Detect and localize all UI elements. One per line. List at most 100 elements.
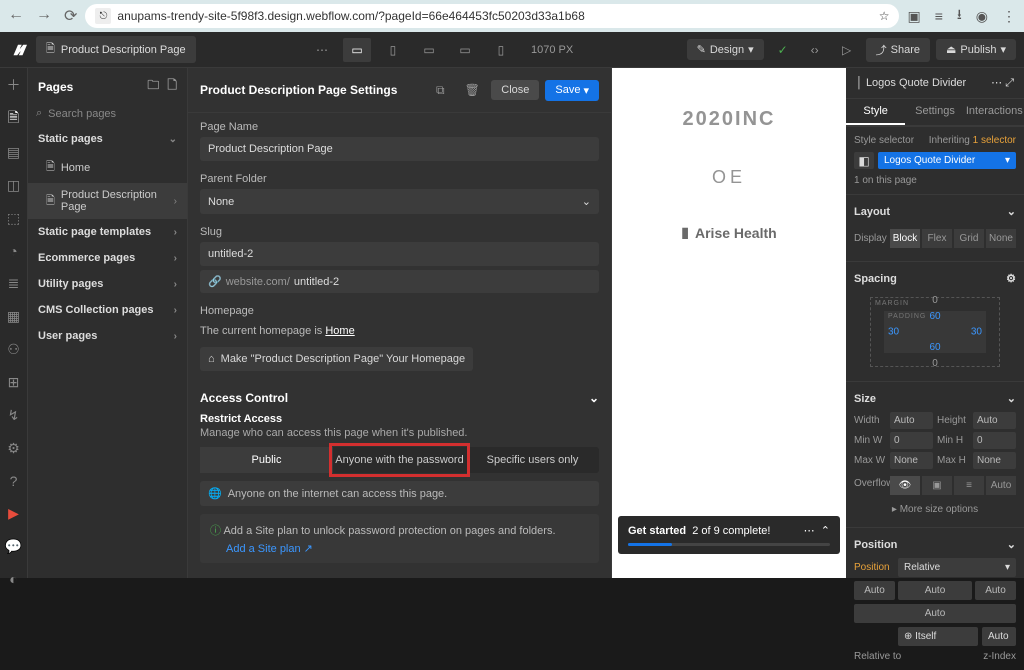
add-icon[interactable]: ＋ — [5, 76, 23, 94]
assets-icon[interactable]: ▦ — [5, 308, 23, 325]
inheriting-count[interactable]: 1 selector — [973, 135, 1016, 146]
cms-section[interactable]: CMS Collection pages› — [28, 297, 187, 323]
width-input[interactable]: Auto — [890, 412, 933, 429]
page-item-pdp[interactable]: 🗎Product Description Page› — [28, 183, 187, 219]
relative-to-select[interactable]: ⊕ Itself — [898, 627, 978, 646]
overflow-visible[interactable]: 👁 — [890, 476, 920, 495]
add-site-plan-link[interactable]: Add a Site plan ↗ — [226, 542, 589, 555]
user-section[interactable]: User pages› — [28, 323, 187, 349]
ext2-icon[interactable]: ≡ — [935, 8, 943, 24]
desktop-icon[interactable]: ▭ — [343, 38, 371, 62]
rel-auto[interactable]: Auto — [982, 627, 1016, 646]
new-page-icon[interactable]: 🗋 — [167, 76, 177, 97]
margin-top[interactable]: 0 — [932, 295, 938, 306]
overflow-auto[interactable]: Auto — [986, 476, 1016, 495]
forward-icon[interactable]: → — [36, 6, 52, 26]
minw-input[interactable]: 0 — [890, 432, 933, 449]
menu-icon[interactable]: ⋮ — [1002, 8, 1016, 25]
ecommerce-section[interactable]: Ecommerce pages› — [28, 245, 187, 271]
margin-bottom[interactable]: 0 — [932, 358, 938, 369]
overflow-scroll[interactable]: ≡ — [954, 476, 984, 495]
code-icon[interactable]: ‹› — [802, 38, 828, 62]
mobile-landscape-icon[interactable]: ▭ — [451, 38, 479, 62]
tablet-icon[interactable]: ▯ — [379, 38, 407, 62]
design-mode-button[interactable]: ✎Design▾ — [687, 39, 764, 60]
more-icon[interactable]: ⋯ — [991, 77, 1002, 89]
navigator-icon[interactable]: ▤ — [5, 144, 23, 161]
homepage-link[interactable]: Home — [325, 325, 354, 337]
pages-icon[interactable]: 🗎 — [5, 110, 23, 128]
display-block[interactable]: Block — [890, 229, 920, 248]
help-icon[interactable]: ? — [5, 473, 23, 489]
cms-icon[interactable]: ≣ — [5, 275, 23, 292]
tablet-landscape-icon[interactable]: ▭ — [415, 38, 443, 62]
chevron-up-icon[interactable]: ⌃ — [821, 525, 830, 537]
more-size-options[interactable]: ▸ More size options — [854, 498, 1016, 521]
overflow-hidden[interactable]: ▣ — [922, 476, 952, 495]
page-name-input[interactable]: Product Description Page — [200, 137, 599, 161]
styles-icon[interactable]: ◔ — [5, 243, 23, 259]
copy-icon[interactable]: ⧉ — [427, 78, 453, 102]
make-homepage-button[interactable]: ⌂Make "Product Description Page" Your Ho… — [200, 347, 473, 371]
more-icon[interactable]: ⋯ — [804, 525, 815, 537]
static-pages-section[interactable]: Static pages⌄ — [28, 126, 187, 152]
padding-top[interactable]: 60 — [929, 311, 940, 322]
spacing-editor[interactable]: MARGIN PADDING 0 0 60 60 30 30 — [870, 297, 1000, 367]
padding-left[interactable]: 30 — [888, 327, 899, 338]
selector-chip[interactable]: Logos Quote Divider▾ — [878, 152, 1016, 169]
chevron-down-icon[interactable]: ⌄ — [1007, 392, 1016, 405]
apps-icon[interactable]: ⊞ — [5, 374, 23, 391]
tab-settings[interactable]: Settings — [905, 99, 964, 125]
selector-state-icon[interactable]: ◧ — [854, 152, 874, 169]
download-icon[interactable]: ⭳ — [957, 4, 962, 28]
components-icon[interactable]: ◫ — [5, 177, 23, 194]
page-selector[interactable]: 🗎 Product Description Page — [36, 36, 196, 63]
more-icon[interactable]: ⋯ — [309, 38, 335, 62]
pos-left[interactable]: Auto — [854, 581, 895, 600]
tab-interactions[interactable]: Interactions — [965, 99, 1024, 125]
maxw-input[interactable]: None — [890, 452, 933, 469]
chevron-down-icon[interactable]: ⌄ — [589, 391, 599, 405]
extension-icon[interactable]: ▣ — [907, 8, 920, 25]
pos-preset[interactable]: Auto — [898, 581, 972, 600]
utility-section[interactable]: Utility pages› — [28, 271, 187, 297]
parent-folder-select[interactable]: None⌄ — [200, 189, 599, 214]
tab-specific-users[interactable]: Specific users only — [466, 447, 599, 473]
height-input[interactable]: Auto — [973, 412, 1016, 429]
users-icon[interactable]: ⚇ — [5, 341, 23, 358]
settings-icon[interactable]: ⚙ — [5, 440, 23, 457]
chevron-down-icon[interactable]: ⌄ — [1007, 538, 1016, 551]
spacing-more-icon[interactable]: ⚙ — [1006, 272, 1016, 285]
close-button[interactable]: Close — [491, 80, 539, 100]
new-folder-icon[interactable]: 🗀 — [147, 76, 159, 97]
minh-input[interactable]: 0 — [973, 432, 1016, 449]
publish-button[interactable]: ⏏Publish▾ — [936, 39, 1016, 60]
get-started-widget[interactable]: Get started 2 of 9 complete! ⋯ ⌃ — [618, 516, 840, 554]
padding-right[interactable]: 30 — [971, 327, 982, 338]
audit-icon[interactable]: ↯ — [5, 407, 23, 424]
templates-section[interactable]: Static page templates› — [28, 219, 187, 245]
chevron-down-icon[interactable]: ⌄ — [1007, 205, 1016, 218]
reload-icon[interactable]: ⟳ — [64, 6, 77, 26]
slug-input[interactable]: untitled-2 — [200, 242, 599, 266]
pos-bottom[interactable]: Auto — [854, 604, 1016, 623]
design-canvas[interactable]: 2020INC OE ▮Arise Health Get started 2 o… — [612, 68, 846, 578]
url-bar[interactable]: ⎋ anupams-trendy-site-5f98f3.design.webf… — [85, 4, 899, 28]
mobile-icon[interactable]: ▯ — [487, 38, 515, 62]
maxh-input[interactable]: None — [973, 452, 1016, 469]
site-info-icon[interactable]: ⎋ — [95, 8, 111, 24]
tab-password[interactable]: Anyone with the password — [333, 447, 466, 473]
display-none[interactable]: None — [986, 229, 1016, 248]
check-icon[interactable]: ✓ — [770, 38, 796, 62]
profile-icon[interactable]: ◉ — [976, 8, 988, 25]
webflow-logo-icon[interactable] — [8, 40, 28, 60]
pos-right[interactable]: Auto — [975, 581, 1016, 600]
close-icon[interactable]: ⤢ — [1005, 77, 1014, 89]
position-select[interactable]: Relative▾ — [898, 558, 1016, 577]
tab-public[interactable]: Public — [200, 447, 333, 473]
preview-icon[interactable]: ▷ — [834, 38, 860, 62]
video-icon[interactable]: ▶ — [5, 505, 23, 522]
star-icon[interactable]: ☆ — [879, 9, 890, 23]
delete-icon[interactable]: 🗑 — [459, 78, 485, 102]
share-button[interactable]: ⤴Share — [866, 38, 930, 62]
